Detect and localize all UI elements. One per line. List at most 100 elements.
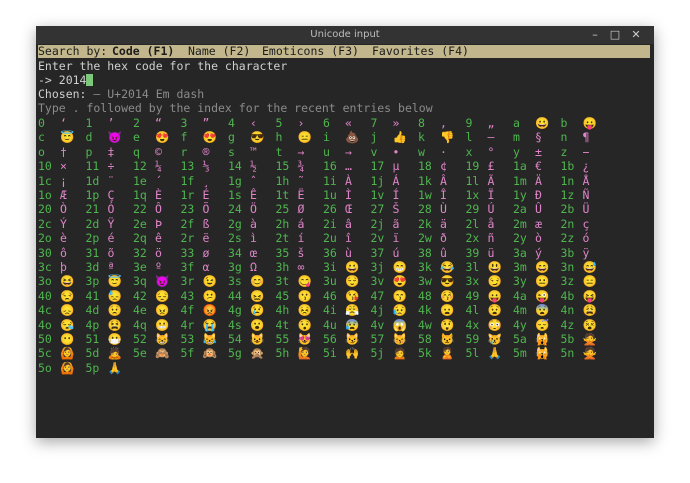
recent-entry[interactable]: 3v 😍 xyxy=(371,274,407,288)
recent-entry[interactable]: 3m 😄 xyxy=(513,260,549,274)
recent-entry[interactable]: 3d ª xyxy=(86,260,115,274)
recent-entry[interactable]: 11 ÷ xyxy=(86,159,115,173)
recent-entry[interactable]: 1v Í xyxy=(371,188,400,202)
recent-entry[interactable]: x ° xyxy=(466,145,495,159)
recent-entry[interactable]: 2w ð xyxy=(418,231,447,245)
recent-entry[interactable]: 41 😓 xyxy=(86,289,122,303)
recent-entry[interactable]: 5o 🙆 xyxy=(38,361,74,375)
recent-entry[interactable]: k 👎 xyxy=(418,130,454,144)
recent-entry[interactable]: 1’ xyxy=(86,116,115,130)
recent-entry[interactable]: 2n ç xyxy=(561,217,590,231)
recent-entry[interactable]: 4y 😴 xyxy=(513,318,549,332)
recent-entry[interactable]: 4j 😥 xyxy=(371,303,407,317)
recent-entry[interactable]: 1x Ï xyxy=(466,188,495,202)
recent-entry[interactable]: 2g à xyxy=(228,217,257,231)
recent-entry[interactable]: 1q È xyxy=(133,188,162,202)
recent-entry[interactable]: 2d Ÿ xyxy=(86,217,115,231)
recent-entry[interactable]: 59 😿 xyxy=(466,332,502,346)
recent-entry[interactable]: 5n 🙅 xyxy=(561,346,597,360)
recent-entry[interactable]: 2a Û xyxy=(513,202,542,216)
recent-entry[interactable]: 5m 🙀 xyxy=(513,346,549,360)
recent-entry[interactable]: 2i â xyxy=(323,217,352,231)
recent-entry[interactable]: 3i 😀 xyxy=(323,260,359,274)
recent-entry[interactable]: 5d 🙇 xyxy=(86,346,122,360)
recent-entry[interactable]: 8 ‚ xyxy=(418,116,447,130)
recent-entry[interactable]: 49 😛 xyxy=(466,289,502,303)
recent-entry[interactable]: 30 ô xyxy=(38,246,67,260)
recent-entry[interactable]: 21 Ó xyxy=(86,202,115,216)
recent-entry[interactable]: 22 Ô xyxy=(133,202,162,216)
recent-entry[interactable]: 2l å xyxy=(466,217,495,231)
recent-entry[interactable]: 56 😼 xyxy=(323,332,359,346)
recent-entry[interactable]: 26 Œ xyxy=(323,202,352,216)
maximize-button[interactable]: □ xyxy=(608,27,622,42)
recent-entry[interactable]: 47 😙 xyxy=(371,289,407,303)
recent-entry[interactable]: w · xyxy=(418,145,447,159)
recent-entry[interactable]: 4w 😲 xyxy=(418,318,454,332)
recent-entry[interactable]: 20 Ò xyxy=(38,202,67,216)
recent-entry[interactable]: 2p é xyxy=(86,231,115,245)
recent-entry[interactable]: 3z 😑 xyxy=(561,274,597,288)
recent-entry[interactable]: 29 Ú xyxy=(466,202,495,216)
recent-entry[interactable]: 5e 🙈 xyxy=(133,346,169,360)
recent-entry[interactable]: 1p Ç xyxy=(86,188,115,202)
recent-entry[interactable]: l — xyxy=(466,130,495,144)
recent-entry[interactable]: 3b ÿ xyxy=(561,246,590,260)
recent-entry[interactable]: 6 « xyxy=(323,116,352,130)
recent-entry[interactable]: 3r 😉 xyxy=(181,274,217,288)
recent-entry[interactable]: 5i 🙌 xyxy=(323,346,359,360)
recent-entry[interactable]: 2q ê xyxy=(133,231,162,245)
recent-entry[interactable]: 5k 🙎 xyxy=(418,346,454,360)
recent-entry[interactable]: y ± xyxy=(513,145,542,159)
recent-entry[interactable]: p ‡ xyxy=(86,145,115,159)
recent-entry[interactable]: 5 › xyxy=(276,116,305,130)
tab-code[interactable]: Code (F1) xyxy=(112,45,174,58)
recent-entry[interactable]: 3u 😌 xyxy=(323,274,359,288)
recent-entry[interactable]: 16… xyxy=(323,159,352,173)
recent-entry[interactable]: 4k 😦 xyxy=(418,303,454,317)
recent-entry[interactable]: 3y 😐 xyxy=(513,274,549,288)
recent-entry[interactable]: 13 ⅓ xyxy=(181,159,210,173)
recent-entry[interactable]: 31 õ xyxy=(86,246,115,260)
recent-entry[interactable]: 1e ´ xyxy=(133,174,162,188)
recent-entry[interactable]: 4e 😠 xyxy=(133,303,169,317)
recent-entry[interactable]: 24 Ö xyxy=(228,202,257,216)
recent-entry[interactable]: 19 £ xyxy=(466,159,495,173)
recent-entry[interactable]: 43 😕 xyxy=(181,289,217,303)
recent-entry[interactable]: q © xyxy=(133,145,162,159)
recent-entry[interactable]: 42 😔 xyxy=(133,289,169,303)
recent-entry[interactable]: 40 😒 xyxy=(38,289,74,303)
recent-entry[interactable]: 1w Î xyxy=(418,188,447,202)
recent-entry[interactable]: 2z ó xyxy=(561,231,590,245)
recent-entry[interactable]: f 😍 xyxy=(181,130,217,144)
recent-entry[interactable]: 12 ¼ xyxy=(133,159,162,173)
recent-entry[interactable]: 4v 😱 xyxy=(371,318,407,332)
recent-entry[interactable]: 3k 😂 xyxy=(418,260,454,274)
title-bar[interactable]: Unicode input – □ ✕ xyxy=(36,26,654,44)
recent-entry[interactable]: 51 😷 xyxy=(86,332,122,346)
recent-entry[interactable]: 1n Å xyxy=(561,174,590,188)
recent-entry[interactable]: 2v ï xyxy=(371,231,400,245)
recent-entry[interactable]: 4a 😜 xyxy=(513,289,549,303)
minimize-button[interactable]: – xyxy=(588,27,602,42)
recent-entry[interactable]: 2f ß xyxy=(181,217,210,231)
recent-entry[interactable]: 9 „ xyxy=(466,116,495,130)
recent-entry[interactable]: c 😇 xyxy=(38,130,74,144)
recent-entry[interactable]: 2h á xyxy=(276,217,305,231)
recent-entry[interactable]: 4z 😵 xyxy=(561,318,597,332)
close-button[interactable]: ✕ xyxy=(629,27,643,42)
recent-entry[interactable]: 3p 😇 xyxy=(86,274,122,288)
recent-entry[interactable]: 4u 😰 xyxy=(323,318,359,332)
recent-entry[interactable]: 4h 😣 xyxy=(276,303,312,317)
recent-entry[interactable]: 57 😽 xyxy=(371,332,407,346)
recent-entry[interactable]: 1j Á xyxy=(371,174,400,188)
recent-entry[interactable]: 5f 🙉 xyxy=(181,346,217,360)
hex-input[interactable]: 2014 xyxy=(59,73,87,87)
recent-entry[interactable]: 5c 🙆 xyxy=(38,346,74,360)
recent-entry[interactable]: 0ʻ xyxy=(38,116,67,130)
recent-entry[interactable]: 3a ý xyxy=(513,246,542,260)
recent-entry[interactable]: 4i 😤 xyxy=(323,303,359,317)
recent-entry[interactable]: 32 ö xyxy=(133,246,162,260)
recent-entry[interactable]: 3w 😎 xyxy=(418,274,454,288)
recent-entry[interactable]: 4d 😟 xyxy=(86,303,122,317)
